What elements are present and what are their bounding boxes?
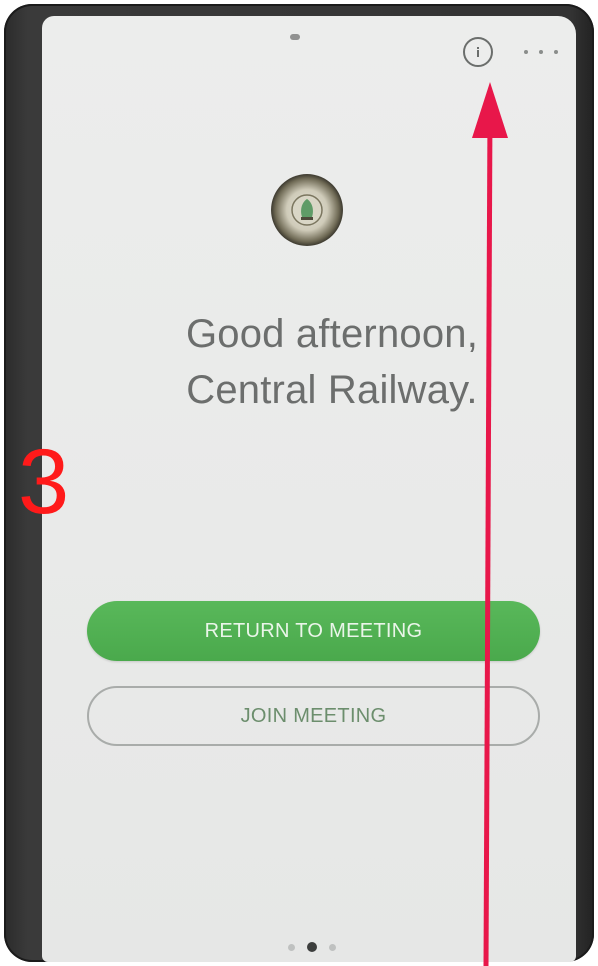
more-options-button[interactable] — [524, 44, 558, 60]
step-number-annotation: 3 — [18, 431, 70, 533]
return-to-meeting-button[interactable]: RETURN TO MEETING — [87, 601, 540, 661]
page-indicator — [282, 941, 342, 953]
app-screen: Good afternoon, Central Railway. RETURN … — [42, 16, 576, 962]
greeting-line-2: Central Railway. — [186, 368, 478, 412]
info-icon — [477, 47, 479, 57]
greeting-text: Good afternoon, Central Railway. — [112, 306, 552, 418]
page-dot-active — [307, 942, 317, 952]
more-dot-icon — [524, 50, 528, 54]
page-dot — [288, 943, 295, 951]
info-button[interactable] — [463, 37, 493, 67]
greeting-line-1: Good afternoon, — [185, 312, 479, 356]
camera-notch — [290, 34, 300, 40]
more-dot-icon — [539, 50, 543, 54]
phone-frame: Good afternoon, Central Railway. RETURN … — [4, 4, 594, 962]
join-meeting-button[interactable]: JOIN MEETING — [87, 686, 540, 746]
more-dot-icon — [554, 50, 558, 54]
organization-logo — [271, 174, 343, 246]
emblem-icon — [291, 194, 323, 226]
page-dot — [329, 943, 336, 951]
